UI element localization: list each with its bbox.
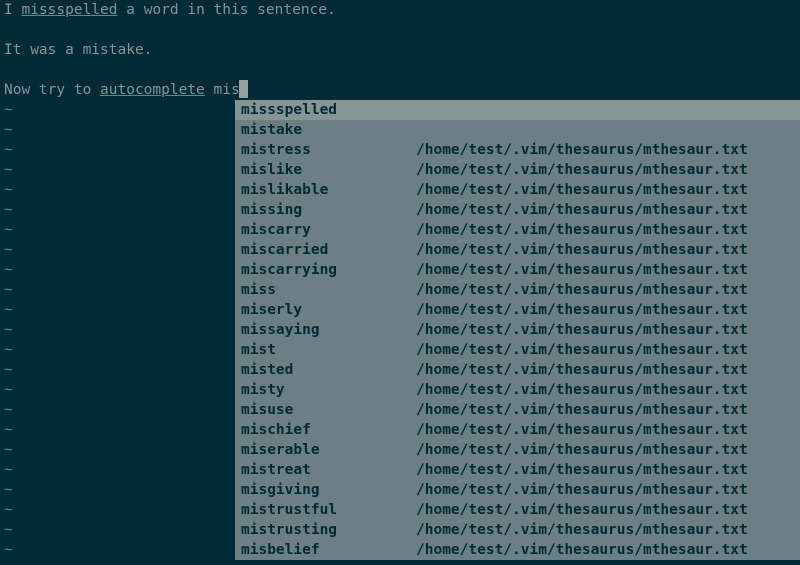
completion-item[interactable]: mistake [235,120,800,140]
completion-word: miscarried [241,240,416,260]
completion-source: /home/test/.vim/thesaurus/mthesaur.txt [416,540,800,560]
completion-word: mislike [241,160,416,180]
completion-source: /home/test/.vim/thesaurus/mthesaur.txt [416,220,800,240]
completion-item[interactable]: miscarried/home/test/.vim/thesaurus/mthe… [235,240,800,260]
completion-item[interactable]: miscarrying/home/test/.vim/thesaurus/mth… [235,260,800,280]
completion-word: missaying [241,320,416,340]
completion-word: miss [241,280,416,300]
completion-word: mistress [241,140,416,160]
completion-source: /home/test/.vim/thesaurus/mthesaur.txt [416,140,800,160]
completion-word: miserable [241,440,416,460]
completion-source [416,100,800,120]
completion-word: mischief [241,420,416,440]
completion-word: missing [241,200,416,220]
completion-item[interactable]: mistress/home/test/.vim/thesaurus/mthesa… [235,140,800,160]
completion-source: /home/test/.vim/thesaurus/mthesaur.txt [416,460,800,480]
completion-item[interactable]: miserable/home/test/.vim/thesaurus/mthes… [235,440,800,460]
completion-word: misty [241,380,416,400]
completion-item[interactable]: misted/home/test/.vim/thesaurus/mthesaur… [235,360,800,380]
completion-source: /home/test/.vim/thesaurus/mthesaur.txt [416,180,800,200]
completion-item[interactable]: misgiving/home/test/.vim/thesaurus/mthes… [235,480,800,500]
completion-source: /home/test/.vim/thesaurus/mthesaur.txt [416,360,800,380]
completion-item[interactable]: mist/home/test/.vim/thesaurus/mthesaur.t… [235,340,800,360]
completion-word: miscarry [241,220,416,240]
completion-source: /home/test/.vim/thesaurus/mthesaur.txt [416,340,800,360]
completion-word: mistrustful [241,500,416,520]
completion-item[interactable]: mislikable/home/test/.vim/thesaurus/mthe… [235,180,800,200]
spell-error-word: autocomplete [100,82,205,98]
completion-item[interactable]: mislike/home/test/.vim/thesaurus/mthesau… [235,160,800,180]
completion-source: /home/test/.vim/thesaurus/mthesaur.txt [416,280,800,300]
completion-word: mistreat [241,460,416,480]
text-segment: It was a mistake. [4,42,152,58]
completion-item[interactable]: miss/home/test/.vim/thesaurus/mthesaur.t… [235,280,800,300]
completion-item[interactable]: mistrustful/home/test/.vim/thesaurus/mth… [235,500,800,520]
completion-item[interactable]: misuse/home/test/.vim/thesaurus/mthesaur… [235,400,800,420]
completion-item[interactable]: mistreat/home/test/.vim/thesaurus/mthesa… [235,460,800,480]
completion-word: mistrusting [241,520,416,540]
completion-source: /home/test/.vim/thesaurus/mthesaur.txt [416,520,800,540]
completion-source: /home/test/.vim/thesaurus/mthesaur.txt [416,420,800,440]
completion-source: /home/test/.vim/thesaurus/mthesaur.txt [416,300,800,320]
completion-source: /home/test/.vim/thesaurus/mthesaur.txt [416,500,800,520]
completion-item[interactable]: missspelled [235,100,800,120]
vim-editor[interactable]: I missspelled a word in this sentence. I… [0,0,800,565]
text-segment [4,22,13,38]
completion-word: missspelled [241,100,416,120]
completion-source: /home/test/.vim/thesaurus/mthesaur.txt [416,260,800,280]
completion-word: misbelief [241,540,416,560]
completion-item[interactable]: miscarry/home/test/.vim/thesaurus/mthesa… [235,220,800,240]
text-segment [4,62,13,78]
completion-word: mislikable [241,180,416,200]
cursor [239,80,248,98]
buffer-line[interactable] [0,60,800,80]
completion-item[interactable]: misbelief/home/test/.vim/thesaurus/mthes… [235,540,800,560]
completion-source: /home/test/.vim/thesaurus/mthesaur.txt [416,480,800,500]
text-segment: I [4,2,21,18]
completion-source: /home/test/.vim/thesaurus/mthesaur.txt [416,160,800,180]
spell-error-word: missspelled [21,2,117,18]
completion-item[interactable]: mischief/home/test/.vim/thesaurus/mthesa… [235,420,800,440]
completion-word: mist [241,340,416,360]
completion-source [416,120,800,140]
completion-item[interactable]: missaying/home/test/.vim/thesaurus/mthes… [235,320,800,340]
buffer-line[interactable] [0,20,800,40]
completion-item[interactable]: misty/home/test/.vim/thesaurus/mthesaur.… [235,380,800,400]
text-segment: mis [205,82,240,98]
completion-word: misgiving [241,480,416,500]
completion-item[interactable]: missing/home/test/.vim/thesaurus/mthesau… [235,200,800,220]
text-segment: Now try to [4,82,100,98]
text-segment: a word in this sentence. [118,2,336,18]
completion-word: misted [241,360,416,380]
buffer-line[interactable]: It was a mistake. [0,40,800,60]
completion-source: /home/test/.vim/thesaurus/mthesaur.txt [416,200,800,220]
completion-popup[interactable]: missspelledmistakemistress/home/test/.vi… [235,100,800,560]
completion-source: /home/test/.vim/thesaurus/mthesaur.txt [416,320,800,340]
completion-source: /home/test/.vim/thesaurus/mthesaur.txt [416,240,800,260]
buffer-line[interactable]: Now try to autocomplete mis [0,80,800,100]
completion-word: miserly [241,300,416,320]
completion-word: misuse [241,400,416,420]
completion-word: mistake [241,120,416,140]
completion-source: /home/test/.vim/thesaurus/mthesaur.txt [416,400,800,420]
completion-source: /home/test/.vim/thesaurus/mthesaur.txt [416,380,800,400]
completion-word: miscarrying [241,260,416,280]
completion-source: /home/test/.vim/thesaurus/mthesaur.txt [416,440,800,460]
completion-item[interactable]: miserly/home/test/.vim/thesaurus/mthesau… [235,300,800,320]
buffer-line[interactable]: I missspelled a word in this sentence. [0,0,800,20]
completion-item[interactable]: mistrusting/home/test/.vim/thesaurus/mth… [235,520,800,540]
